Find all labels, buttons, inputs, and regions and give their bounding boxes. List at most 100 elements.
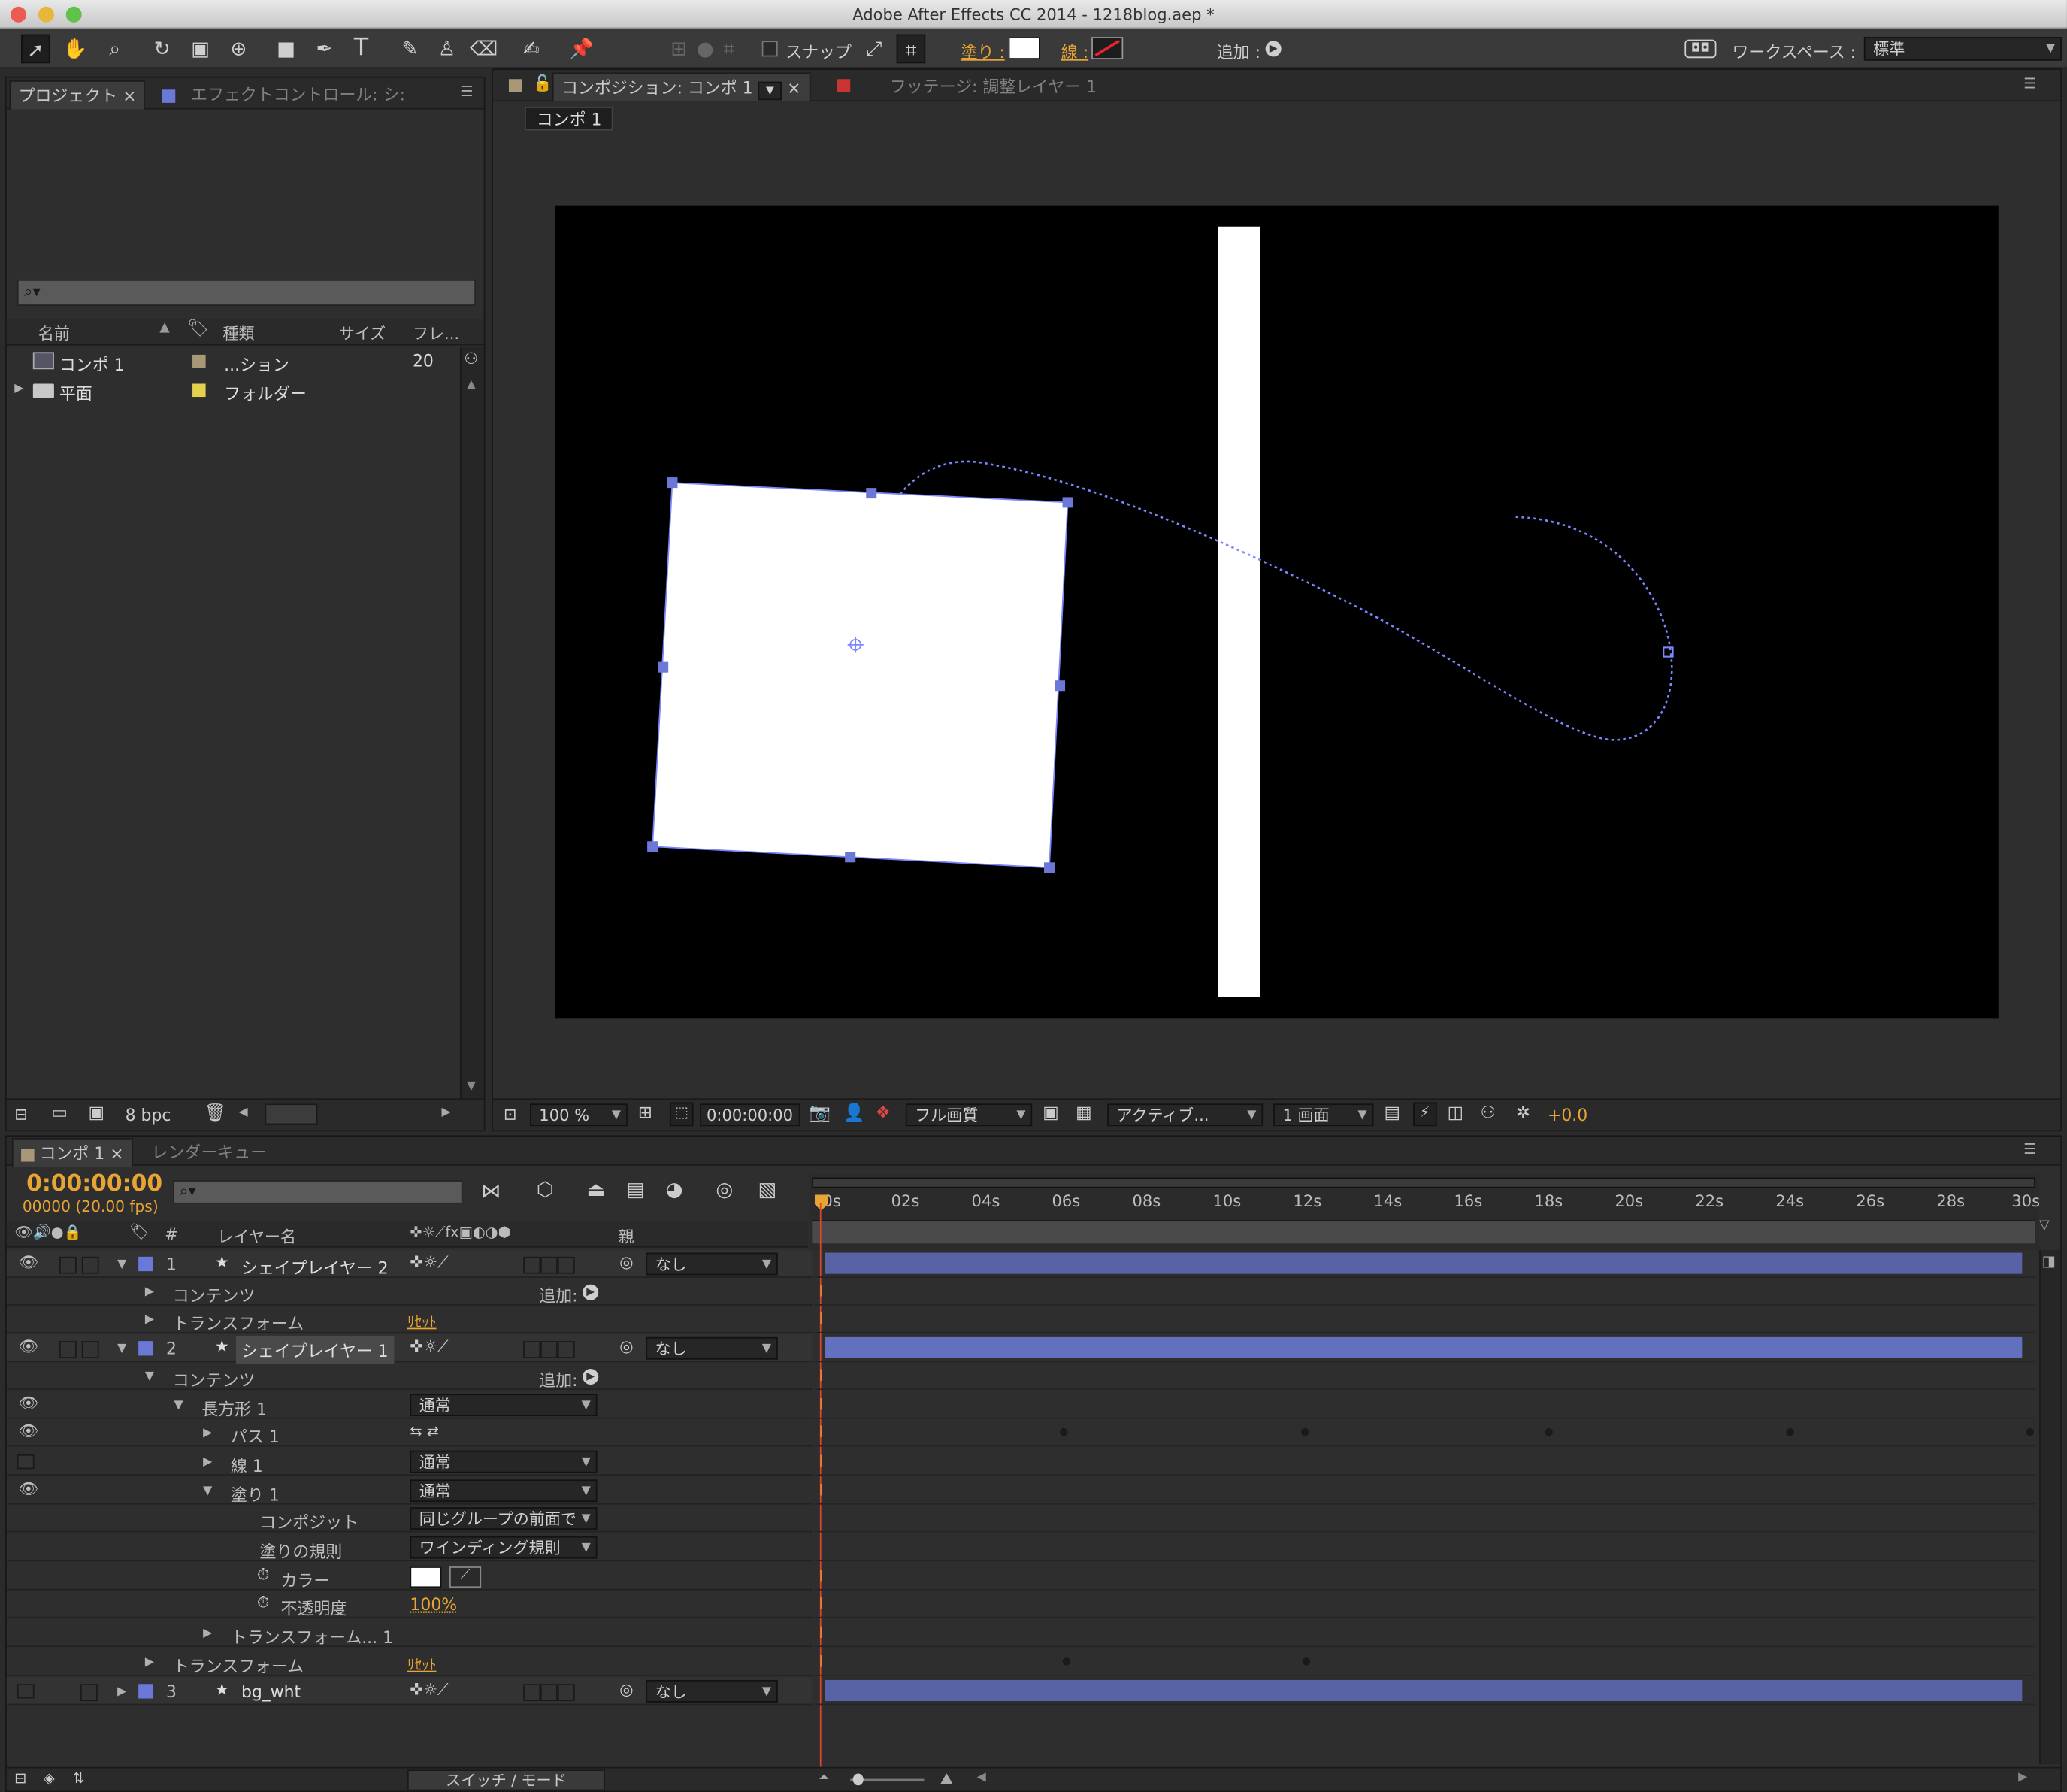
in-out-pane-icon[interactable]: ⇅ bbox=[72, 1769, 84, 1787]
expand-arrow-icon[interactable]: ▶ bbox=[203, 1456, 212, 1470]
expand-arrow-icon[interactable]: ▶ bbox=[145, 1285, 154, 1299]
snap-option-icon[interactable]: ⤢ bbox=[859, 35, 888, 64]
eraser-tool-icon[interactable]: ⌫ bbox=[469, 35, 498, 64]
reset-link[interactable]: ﾘｾｯﾄ bbox=[407, 1311, 437, 1332]
stopwatch-icon[interactable]: ⏱ bbox=[257, 1565, 269, 1585]
stroke-color-swatch[interactable] bbox=[1091, 37, 1124, 59]
pick-whip-icon[interactable]: ◎ bbox=[619, 1253, 633, 1272]
visibility-eye-icon[interactable]: 👁 bbox=[19, 1479, 39, 1498]
pick-whip-icon[interactable]: ◎ bbox=[619, 1337, 633, 1356]
zoom-tool-icon[interactable]: ⌕ bbox=[100, 35, 129, 64]
visibility-toggle-box[interactable] bbox=[17, 1454, 35, 1470]
panel-menu-icon[interactable]: ☰ bbox=[460, 83, 473, 101]
path-direction-icon[interactable]: ⇆ ⇄ bbox=[410, 1423, 438, 1440]
layer-label-color[interactable] bbox=[138, 1341, 153, 1356]
lock-switch[interactable] bbox=[80, 1682, 98, 1702]
property-row[interactable]: ▶ 線 1 通常 ▼ bbox=[6, 1448, 813, 1476]
fast-previews-icon[interactable]: ⚡ bbox=[1413, 1102, 1437, 1127]
pan-behind-tool-icon[interactable]: ⊕ bbox=[224, 35, 253, 64]
label-tag-icon[interactable]: 🏷 bbox=[187, 319, 209, 339]
keyframe[interactable] bbox=[1545, 1427, 1553, 1436]
layer-row[interactable]: 👁 ▼ 2 ★ シェイプレイヤー 1 ✜☼⟋ ◎ なし ▼ bbox=[6, 1334, 813, 1364]
layer-label-color[interactable] bbox=[138, 1684, 153, 1699]
comp-viewer-canvas[interactable] bbox=[555, 205, 1999, 1019]
label-color-swatch[interactable] bbox=[192, 383, 206, 398]
property-row[interactable]: ▼ コンテンツ 追加: ▶ bbox=[6, 1362, 813, 1391]
local-axis-icon[interactable]: ⊞ bbox=[664, 35, 694, 64]
visibility-toggle-box[interactable] bbox=[17, 1684, 35, 1699]
workspace-icon[interactable]: ◘◘ bbox=[1684, 39, 1717, 59]
pen-tool-icon[interactable]: ✒ bbox=[310, 35, 339, 64]
expand-arrow-icon[interactable]: ▶ bbox=[117, 1685, 126, 1699]
zoom-out-icon[interactable]: ▽ bbox=[2039, 1218, 2050, 1233]
add-play-icon[interactable]: ▶ bbox=[583, 1284, 599, 1300]
timeline-timecode[interactable]: 0:00:00:00 bbox=[26, 1171, 162, 1197]
snap-target-icon[interactable]: ⌗ bbox=[896, 34, 926, 64]
reset-exposure-icon[interactable]: ✲ bbox=[1516, 1103, 1530, 1123]
panel-menu-icon[interactable]: ☰ bbox=[2023, 1140, 2036, 1158]
layer-duration-track[interactable] bbox=[814, 1677, 2035, 1706]
property-row[interactable]: ▶ コンテンツ 追加: ▶ bbox=[6, 1278, 813, 1306]
column-number[interactable]: # bbox=[165, 1225, 178, 1244]
auto-keyframe-icon[interactable]: ▧ bbox=[758, 1178, 776, 1202]
project-search-input[interactable]: ⌕▾ bbox=[17, 279, 477, 306]
transparency-grid-icon[interactable]: ▦ bbox=[1076, 1103, 1092, 1123]
layer-row[interactable]: ▶ 3 ★ bg_wht ✜☼⟋ ◎ なし ▼ bbox=[6, 1677, 813, 1706]
lock-icon[interactable]: 🔓 bbox=[533, 74, 552, 92]
graph-editor-icon[interactable]: ◎ bbox=[716, 1178, 733, 1202]
flowchart-icon[interactable]: ⚇ bbox=[464, 350, 478, 368]
scroll-up-icon[interactable]: ▲ bbox=[467, 378, 476, 392]
layer-switch-boxes[interactable] bbox=[523, 1339, 575, 1358]
layer-switches-pane-icon[interactable]: ⊟ bbox=[14, 1769, 26, 1787]
parent-dropdown[interactable]: なし ▼ bbox=[646, 1679, 778, 1703]
panel-menu-icon[interactable]: ☰ bbox=[2023, 75, 2036, 92]
stroke-label[interactable]: 線 : bbox=[1061, 38, 1088, 63]
layer-switches[interactable]: ✜☼⟋ bbox=[410, 1680, 448, 1700]
trash-icon[interactable]: 🗑 bbox=[204, 1103, 226, 1123]
layer-switch-boxes[interactable] bbox=[523, 1682, 575, 1702]
keyframe[interactable] bbox=[1786, 1427, 1794, 1436]
layer-duration-bar[interactable] bbox=[825, 1679, 2023, 1702]
snap-checkbox[interactable] bbox=[761, 41, 778, 57]
close-icon[interactable]: × bbox=[110, 1143, 123, 1163]
type-tool-icon[interactable]: T bbox=[347, 35, 376, 64]
tab-timeline-comp[interactable]: コンポ 1 × bbox=[11, 1137, 133, 1167]
snapshot-camera-icon[interactable]: 📷 bbox=[810, 1103, 831, 1123]
rotation-tool-icon[interactable]: ↻ bbox=[147, 35, 177, 64]
tab-effect-controls[interactable]: エフェクトコントロール: シ: bbox=[154, 80, 413, 110]
reset-link[interactable]: ﾘｾｯﾄ bbox=[407, 1654, 437, 1675]
fill-label[interactable]: 塗り : bbox=[961, 38, 1005, 63]
close-icon[interactable]: × bbox=[787, 78, 800, 98]
view-layout-dropdown[interactable]: 1 画面 ▼ bbox=[1273, 1103, 1374, 1127]
color-swatch[interactable] bbox=[410, 1566, 442, 1588]
sort-ascending-icon[interactable]: ▲ bbox=[159, 320, 170, 334]
layer-duration-bar[interactable] bbox=[825, 1336, 2023, 1358]
time-ruler[interactable]: 0s 02s 04s 06s 08s 10s 12s 14s 16s 18s 2… bbox=[809, 1173, 2040, 1251]
layer-name[interactable]: シェイプレイヤー 2 bbox=[241, 1254, 389, 1279]
zoom-slider-thumb[interactable] bbox=[852, 1773, 864, 1786]
keyframe[interactable] bbox=[1060, 1427, 1068, 1436]
tab-footage[interactable]: フッテージ: 調整レイヤー 1 bbox=[882, 72, 1104, 101]
solo-switch[interactable] bbox=[59, 1255, 99, 1274]
layer-duration-bar[interactable] bbox=[825, 1252, 2023, 1274]
switches-icon[interactable]: ✜☼⟋fx▣◐◑⬢ bbox=[410, 1224, 510, 1243]
visibility-eye-icon[interactable]: 👁 bbox=[19, 1421, 39, 1440]
hide-shy-layers-icon[interactable]: ⏏ bbox=[586, 1178, 605, 1202]
column-layer-name[interactable]: レイヤー名 bbox=[217, 1225, 296, 1248]
list-item[interactable]: コンポ 1 ...ション 20 bbox=[7, 347, 460, 376]
project-scrollbar[interactable]: ⚇ ▲ ▼ bbox=[460, 347, 484, 1099]
toggle-pixel-aspect-icon[interactable]: ▤ bbox=[1384, 1103, 1400, 1123]
rectangle-tool-icon[interactable]: ■ bbox=[271, 35, 301, 64]
stopwatch-icon[interactable]: ⏱ bbox=[257, 1593, 269, 1612]
comp-menu-dropdown[interactable]: ▼ bbox=[758, 81, 782, 101]
list-item[interactable]: ▶ 平面 フォルダー bbox=[7, 376, 460, 405]
view-axis-icon[interactable]: ⌗ bbox=[715, 35, 744, 64]
column-parent[interactable]: 親 bbox=[619, 1225, 634, 1248]
layer-duration-track[interactable] bbox=[814, 1250, 2035, 1278]
eyedropper-icon[interactable]: ⟋ bbox=[449, 1566, 482, 1588]
property-row[interactable]: 塗りの規則 ワインディング規則 ▼ bbox=[6, 1533, 813, 1562]
camera-tool-icon[interactable]: ▣ bbox=[186, 35, 215, 64]
magnification-dropdown[interactable]: 100 % ▼ bbox=[530, 1103, 628, 1127]
keyframe[interactable] bbox=[2026, 1427, 2035, 1436]
add-play-icon[interactable]: ▶ bbox=[1265, 41, 1282, 57]
